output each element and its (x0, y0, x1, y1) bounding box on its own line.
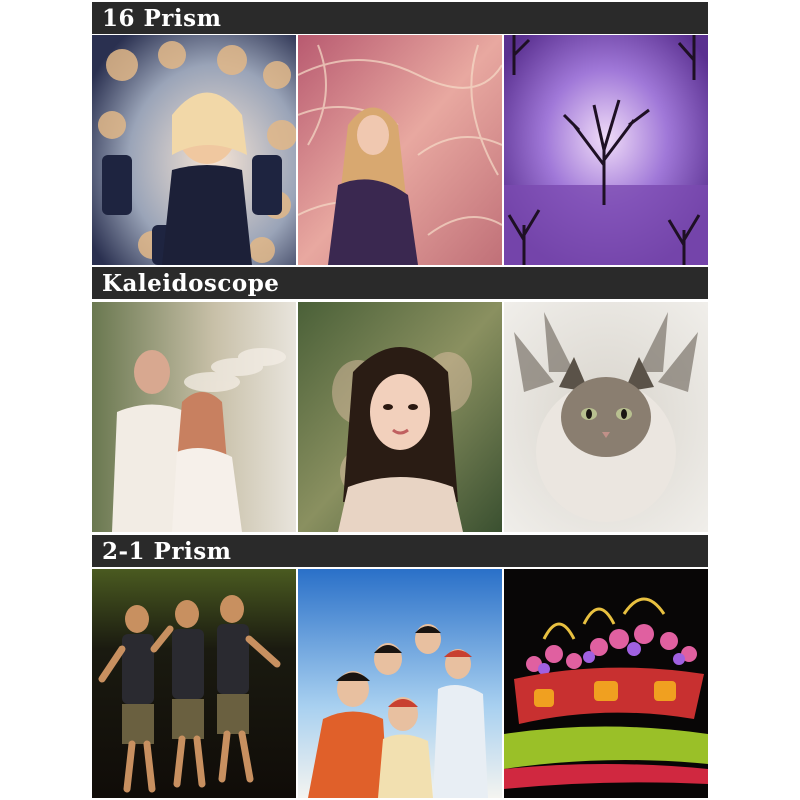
section-header-kaleidoscope: Kaleidoscope (92, 267, 708, 299)
photo-kaleidoscope-couple (92, 302, 296, 532)
photo-2-1-prism-group (298, 569, 502, 798)
photo-prism-woman-pink (298, 35, 502, 265)
photo-row-2-1-prism (92, 569, 708, 798)
photo-row-kaleidoscope (92, 302, 708, 532)
photo-2-1-prism-dancers (92, 569, 296, 798)
section-header-16-prism: 16 Prism (92, 2, 708, 34)
section-title: Kaleidoscope (102, 269, 280, 297)
photo-kaleidoscope-kitten (504, 302, 708, 532)
prism-effects-collage: 16 Prism Kaleidoscope 2-1 Prism (92, 2, 708, 798)
section-header-2-1-prism: 2-1 Prism (92, 535, 708, 567)
section-title: 2-1 Prism (102, 537, 232, 565)
section-title: 16 Prism (102, 4, 222, 32)
photo-2-1-prism-lanterns (504, 569, 708, 798)
photo-kaleidoscope-woman (298, 302, 502, 532)
photo-row-16-prism (92, 35, 708, 265)
photo-prism-blonde-woman (92, 35, 296, 265)
photo-prism-tree-lake (504, 35, 708, 265)
